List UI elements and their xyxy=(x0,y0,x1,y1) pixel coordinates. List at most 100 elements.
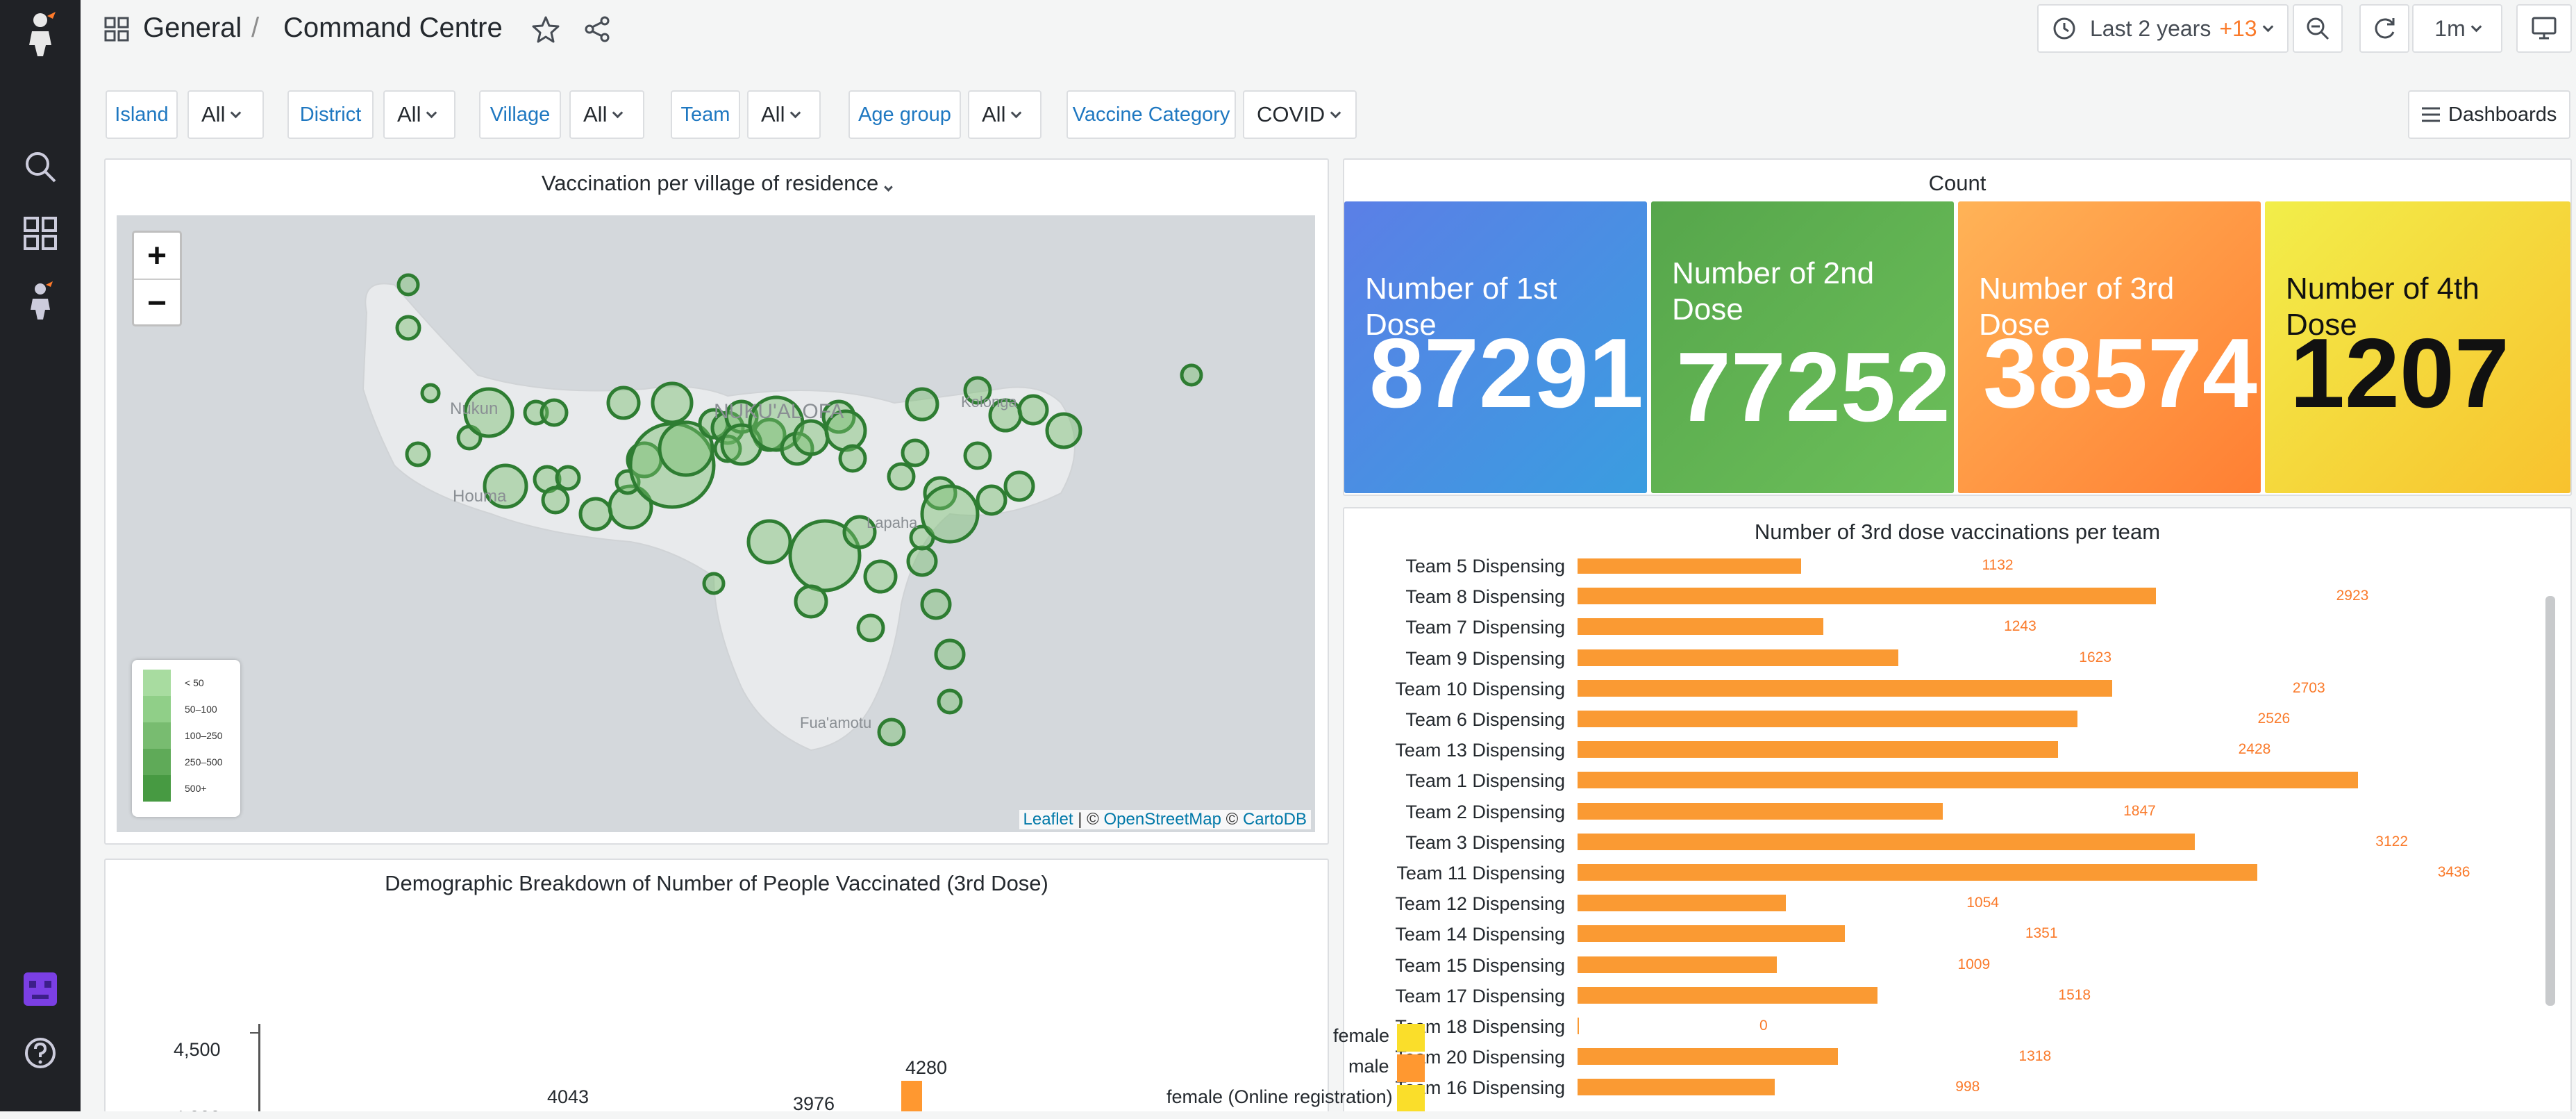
village-marker[interactable] xyxy=(702,572,726,595)
tv-mode-button[interactable] xyxy=(2516,4,2572,53)
village-marker[interactable] xyxy=(934,638,966,670)
legend-label: 50–100 xyxy=(185,704,217,715)
app-plugin-icon[interactable] xyxy=(15,276,65,326)
village-marker[interactable] xyxy=(877,718,906,747)
team-bar[interactable] xyxy=(1578,558,1802,574)
village-marker[interactable] xyxy=(420,383,441,404)
team-bar[interactable] xyxy=(1578,864,2257,881)
village-marker[interactable] xyxy=(1017,394,1049,426)
variable-select-age-group[interactable]: All xyxy=(968,90,1042,139)
scrollbar[interactable] xyxy=(2545,596,2555,1006)
village-marker[interactable] xyxy=(963,441,992,470)
help-icon[interactable] xyxy=(15,1028,65,1078)
map-zoom-in-button[interactable]: + xyxy=(134,233,180,279)
village-marker[interactable] xyxy=(396,273,420,297)
team-bar[interactable] xyxy=(1578,618,1824,636)
variable-select-vaccine-category[interactable]: COVID xyxy=(1243,90,1357,139)
team-bar[interactable] xyxy=(1578,895,1787,912)
village-marker[interactable] xyxy=(856,613,885,643)
team-bar[interactable] xyxy=(1578,986,1878,1004)
carto-link[interactable]: CartoDB xyxy=(1243,810,1307,829)
village-marker[interactable] xyxy=(794,584,828,619)
village-marker[interactable] xyxy=(905,387,939,422)
dashboards-button[interactable]: Dashboards xyxy=(2408,90,2570,139)
village-marker[interactable] xyxy=(901,438,930,467)
village-marker[interactable] xyxy=(578,497,613,531)
zoom-out-button[interactable] xyxy=(2293,4,2343,53)
time-picker-button[interactable]: Last 2 years +13 xyxy=(2037,4,2289,53)
village-marker[interactable] xyxy=(606,386,641,420)
team-bar[interactable] xyxy=(1578,1079,1775,1096)
village-marker[interactable] xyxy=(541,486,570,515)
team-bar[interactable] xyxy=(1578,833,2196,850)
team-bar[interactable] xyxy=(1578,741,2058,759)
village-marker[interactable] xyxy=(887,462,916,491)
variable-select-village[interactable]: All xyxy=(569,90,644,139)
village-marker[interactable] xyxy=(937,688,963,715)
team-bar[interactable] xyxy=(1578,1048,1839,1066)
village-marker[interactable] xyxy=(1180,363,1203,387)
map-zoom-out-button[interactable]: − xyxy=(134,280,180,326)
star-icon[interactable] xyxy=(532,15,560,47)
village-marker[interactable] xyxy=(920,484,980,544)
team-bar[interactable] xyxy=(1578,679,2112,697)
team-bar-value: 1243 xyxy=(2004,618,2036,635)
time-range-label: Last 2 years xyxy=(2090,15,2211,41)
team-bar[interactable] xyxy=(1578,588,2156,605)
village-marker[interactable] xyxy=(792,419,830,456)
leaflet-link[interactable]: Leaflet xyxy=(1023,810,1073,829)
legend-row: 250–500 xyxy=(143,749,223,775)
village-marker[interactable] xyxy=(1045,412,1082,449)
village-marker[interactable] xyxy=(1003,470,1035,502)
dashboards-icon[interactable] xyxy=(15,208,65,258)
demo-panel-title[interactable]: Demographic Breakdown of Number of Peopl… xyxy=(106,871,1328,896)
village-marker[interactable] xyxy=(976,484,1007,516)
page-title[interactable]: Command Centre xyxy=(283,13,503,44)
village-marker[interactable] xyxy=(405,441,431,467)
village-marker[interactable] xyxy=(906,545,938,577)
team-panel-title[interactable]: Number of 3rd dose vaccinations per team xyxy=(1344,520,2570,545)
team-bar-label: Team 3 Dispensing xyxy=(1405,831,1565,853)
osm-link[interactable]: OpenStreetMap xyxy=(1104,810,1221,829)
user-avatar-icon[interactable] xyxy=(15,964,65,1014)
variable-select-team[interactable]: All xyxy=(747,90,821,139)
village-marker[interactable] xyxy=(555,465,581,491)
team-bar[interactable] xyxy=(1578,956,1778,973)
share-icon[interactable] xyxy=(583,15,611,47)
team-bar-value: 1518 xyxy=(2058,986,2091,1003)
refresh-button[interactable] xyxy=(2359,4,2409,53)
team-bar[interactable] xyxy=(1578,649,1899,666)
map-place-label: Kolonga xyxy=(961,393,1018,411)
team-bar-row: Team 11 Dispensing 3436 xyxy=(1362,859,2529,889)
stat-value: 38574 xyxy=(1983,318,2257,429)
panel-title[interactable]: Vaccination per village of residence xyxy=(106,171,1328,196)
village-marker[interactable] xyxy=(746,519,792,565)
search-icon[interactable] xyxy=(15,142,65,192)
variable-select-island[interactable]: All xyxy=(187,90,264,139)
village-marker[interactable] xyxy=(540,398,569,427)
team-bar-row: Team 13 Dispensing 2428 xyxy=(1362,736,2529,766)
legend-row: 50–100 xyxy=(143,696,217,722)
village-marker[interactable] xyxy=(651,381,694,424)
team-bar[interactable] xyxy=(1578,925,1845,943)
count-panel-title[interactable]: Count xyxy=(1344,171,2570,196)
village-marker[interactable] xyxy=(395,315,421,341)
grafana-logo-icon[interactable] xyxy=(15,10,65,60)
village-marker[interactable] xyxy=(920,588,952,620)
team-bar[interactable] xyxy=(1578,772,2358,789)
chevron-down-icon xyxy=(2470,21,2482,32)
variable-value: All xyxy=(583,102,608,126)
team-bar[interactable] xyxy=(1578,1018,1579,1034)
team-bar[interactable] xyxy=(1578,802,1943,820)
y-axis xyxy=(258,1024,260,1119)
y-tick xyxy=(250,1032,260,1034)
map-attribution: Leaflet | © OpenStreetMap © CartoDB xyxy=(1019,810,1311,829)
team-bar[interactable] xyxy=(1578,711,2077,727)
refresh-interval-select[interactable]: 1m xyxy=(2412,4,2502,53)
breadcrumb-folder[interactable]: General xyxy=(143,13,242,44)
team-bar-row: Team 2 Dispensing 1847 xyxy=(1362,797,2529,828)
village-marker[interactable] xyxy=(863,559,898,594)
variable-select-district[interactable]: All xyxy=(383,90,455,139)
map-canvas[interactable]: Nukun NUKU'ALOFA Houma Kolonga Lapaha Fu… xyxy=(117,215,1315,832)
village-marker[interactable] xyxy=(838,444,867,473)
